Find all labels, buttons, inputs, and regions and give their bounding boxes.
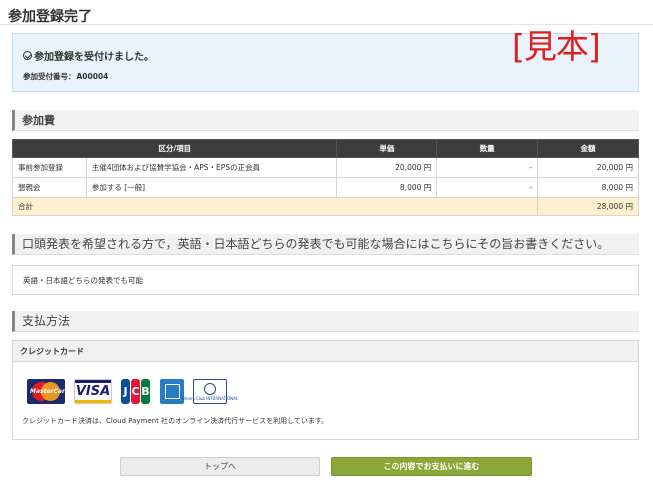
mastercard-icon: MasterCard bbox=[27, 379, 69, 404]
registration-number-value: A00004 bbox=[76, 72, 109, 81]
oral-section-title: 口頭発表を希望される方で，英語・日本語どちらの発表でも可能な場合にはこちらにその… bbox=[12, 234, 639, 255]
row-item: 参加する [一般] bbox=[85, 177, 338, 198]
row-unit-price: 8,000 円 bbox=[336, 177, 438, 198]
fee-table-header: 区分/項目 単価 数量 金額 bbox=[11, 139, 639, 158]
card-logos: MasterCard VISA JCB Diners Club INTERNAT… bbox=[27, 379, 238, 404]
column-header-item: 区分/項目 bbox=[11, 139, 338, 158]
registration-number: 参加受付番号：A00004 bbox=[23, 71, 108, 82]
column-header-amount: 金額 bbox=[537, 139, 639, 158]
row-quantity: - bbox=[436, 157, 539, 178]
mastercard-text: MasterCard bbox=[30, 388, 70, 395]
notice-message: 参加登録を受付けました。 bbox=[23, 48, 154, 63]
row-category: 事前参加登録 bbox=[12, 157, 87, 178]
check-circle-icon bbox=[23, 51, 32, 60]
oral-answer-box: 英語・日本語どちらの発表でも可能 bbox=[12, 265, 639, 295]
total-row: 合計 28,000 円 bbox=[11, 197, 639, 216]
proceed-to-payment-button[interactable]: この内容でお支払いに進む bbox=[331, 457, 532, 476]
registration-number-label: 参加受付番号： bbox=[23, 72, 76, 81]
payment-method-label: クレジットカード bbox=[12, 340, 639, 362]
amex-icon bbox=[160, 379, 184, 404]
jcb-icon: JCB bbox=[121, 379, 151, 404]
column-header-unit-price: 単価 bbox=[336, 139, 438, 158]
title-divider bbox=[0, 24, 653, 25]
page-title: 参加登録完了 bbox=[8, 9, 92, 25]
fee-table: 区分/項目 単価 数量 金額 事前参加登録 主催4団体および協賛学協会・APS・… bbox=[11, 139, 639, 216]
row-amount: 20,000 円 bbox=[537, 157, 639, 178]
sample-stamp: [見本] bbox=[512, 27, 601, 66]
visa-text: VISA bbox=[75, 384, 111, 399]
payment-section-title: 支払方法 bbox=[12, 311, 639, 332]
row-category: 懇親会 bbox=[12, 177, 87, 198]
visa-icon: VISA bbox=[74, 379, 112, 404]
notice-message-text: 参加登録を受付けました。 bbox=[34, 52, 154, 63]
row-item: 主催4団体および協賛学協会・APS・EPSの正会員 bbox=[85, 157, 338, 178]
top-page-button[interactable]: トップへ bbox=[120, 457, 320, 476]
oral-answer-text: 英語・日本語どちらの発表でも可能 bbox=[23, 276, 143, 285]
table-row: 懇親会 参加する [一般] 8,000 円 - 8,000 円 bbox=[12, 177, 639, 198]
table-row: 事前参加登録 主催4団体および協賛学協会・APS・EPSの正会員 20,000 … bbox=[12, 157, 639, 178]
total-amount: 28,000 円 bbox=[537, 197, 639, 216]
total-label: 合計 bbox=[11, 197, 539, 216]
column-header-quantity: 数量 bbox=[436, 139, 539, 158]
row-quantity: - bbox=[436, 177, 539, 198]
row-unit-price: 20,000 円 bbox=[336, 157, 438, 178]
payment-note: クレジットカード決済は、Cloud Payment 社のオンライン決済代行サービ… bbox=[22, 417, 329, 425]
fee-section-title: 参加費 bbox=[12, 110, 639, 131]
row-amount: 8,000 円 bbox=[537, 177, 639, 198]
diners-icon: Diners Club INTERNATIONAL bbox=[182, 379, 238, 404]
diners-text: Diners Club INTERNATIONAL bbox=[181, 395, 239, 401]
